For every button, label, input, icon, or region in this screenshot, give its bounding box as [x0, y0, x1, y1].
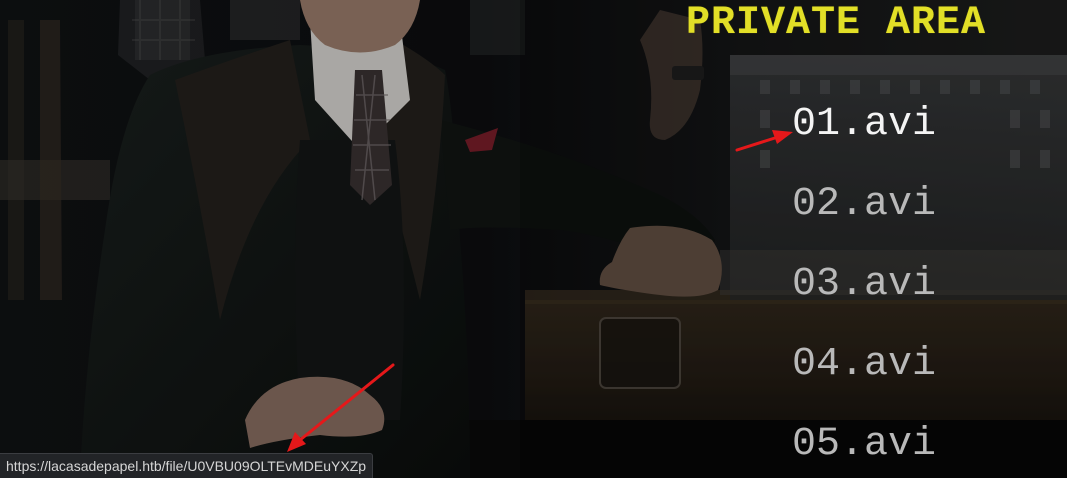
- private-area-page: PRIVATE AREA 01.avi 02.avi 03.avi 04.avi…: [0, 0, 1067, 478]
- file-list: 01.avi 02.avi 03.avi 04.avi 05.avi: [792, 99, 936, 478]
- status-bar-url: https://lacasadepapel.htb/file/U0VBU09OL…: [0, 453, 374, 478]
- file-link-04[interactable]: 04.avi: [792, 339, 936, 419]
- page-title: PRIVATE AREA: [686, 1, 987, 46]
- file-link-05[interactable]: 05.avi: [792, 419, 936, 478]
- file-link-02[interactable]: 02.avi: [792, 179, 936, 259]
- file-link-01[interactable]: 01.avi: [792, 99, 936, 179]
- file-link-03[interactable]: 03.avi: [792, 259, 936, 339]
